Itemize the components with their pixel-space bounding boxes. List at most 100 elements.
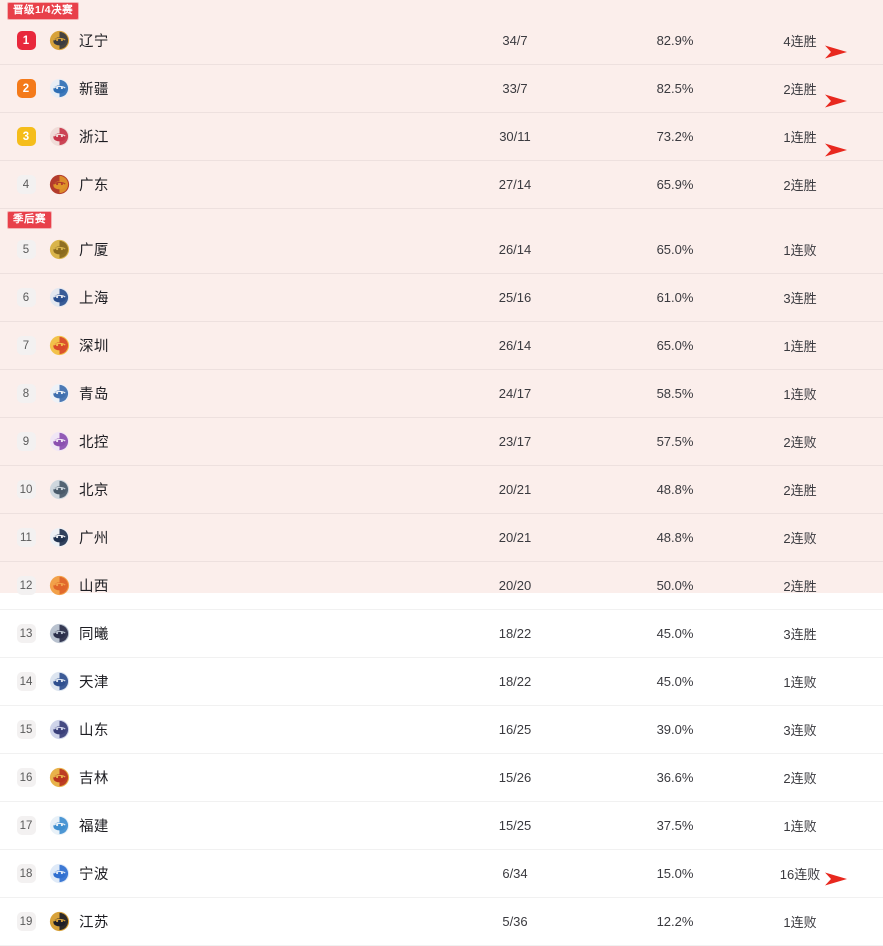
team-name[interactable]: 新疆 xyxy=(74,78,134,99)
rank-cell: 17 xyxy=(0,816,44,835)
team-logo-cell xyxy=(44,527,74,548)
win-percentage-cell: 48.8% xyxy=(656,482,694,497)
record-cell: 30/11 xyxy=(499,129,531,144)
streak-cell: 16连败 xyxy=(779,867,821,882)
section-badge: 晋级1/4决赛 xyxy=(8,3,79,19)
team-logo-icon xyxy=(49,287,69,308)
team-name[interactable]: 同曦 xyxy=(74,623,134,644)
table-row[interactable]: 6 上海 25/16 61.0% 3连胜 xyxy=(0,274,883,322)
team-name[interactable]: 江苏 xyxy=(74,911,134,932)
table-row[interactable]: 18 宁波 6/34 15.0% 16连败 xyxy=(0,850,883,898)
table-row[interactable]: 2 新疆 33/7 82.5% 2连胜 xyxy=(0,65,883,113)
rank-cell: 15 xyxy=(0,720,44,739)
team-logo-icon xyxy=(49,431,69,452)
team-name[interactable]: 天津 xyxy=(74,671,134,692)
rank-badge: 11 xyxy=(16,528,36,547)
rank-badge: 4 xyxy=(16,175,36,194)
rank-cell: 13 xyxy=(0,624,44,643)
table-row[interactable]: 15 山东 16/25 39.0% 3连败 xyxy=(0,706,883,754)
team-name[interactable]: 深圳 xyxy=(74,335,134,356)
record-cell: 18/22 xyxy=(498,674,532,689)
team-name[interactable]: 宁波 xyxy=(74,863,134,884)
team-name[interactable]: 浙江 xyxy=(74,126,134,147)
table-row[interactable]: 8 青岛 24/17 58.5% 1连败 xyxy=(0,370,883,418)
team-logo-cell xyxy=(44,431,74,452)
team-name[interactable]: 福建 xyxy=(74,815,134,836)
rank-cell: 9 xyxy=(0,432,44,451)
table-row[interactable]: 5 广厦 26/14 65.0% 1连败 xyxy=(0,226,883,274)
table-row[interactable]: 19 江苏 5/36 12.2% 1连败 xyxy=(0,898,883,946)
rank-cell: 1 xyxy=(0,31,44,50)
rank-badge: 18 xyxy=(16,864,36,883)
record-cell: 15/25 xyxy=(498,818,532,833)
team-name[interactable]: 北京 xyxy=(74,479,134,500)
team-name[interactable]: 青岛 xyxy=(74,383,134,404)
win-percentage-cell: 50.0% xyxy=(656,578,694,593)
section-badge-row: 晋级1/4决赛 xyxy=(0,0,883,19)
table-row[interactable]: 3 浙江 30/11 73.2% 1连胜 xyxy=(0,113,883,161)
rank-cell: 4 xyxy=(0,175,44,194)
record-cell: 15/26 xyxy=(498,770,532,785)
table-row[interactable]: 17 福建 15/25 37.5% 1连败 xyxy=(0,802,883,850)
team-logo-icon xyxy=(49,719,69,740)
rank-cell: 14 xyxy=(0,672,44,691)
rank-badge: 13 xyxy=(16,624,36,643)
team-logo-cell xyxy=(44,239,74,260)
record-cell: 6/34 xyxy=(502,866,528,881)
rank-badge: 12 xyxy=(16,576,36,595)
team-name[interactable]: 广州 xyxy=(74,527,134,548)
team-logo-icon xyxy=(49,767,69,788)
team-name[interactable]: 辽宁 xyxy=(74,30,134,51)
rank-cell: 6 xyxy=(0,288,44,307)
win-percentage-cell: 58.5% xyxy=(656,386,694,401)
win-percentage-cell: 37.5% xyxy=(656,818,694,833)
rank-cell: 10 xyxy=(0,480,44,499)
table-row[interactable]: 4 广东 27/14 65.9% 2连胜 xyxy=(0,161,883,209)
table-row[interactable]: 7 深圳 26/14 65.0% 1连胜 xyxy=(0,322,883,370)
team-logo-cell xyxy=(44,78,74,99)
rank-badge: 7 xyxy=(16,336,36,355)
team-name[interactable]: 广厦 xyxy=(74,239,134,260)
team-name[interactable]: 山东 xyxy=(74,719,134,740)
team-logo-cell xyxy=(44,30,74,51)
record-cell: 20/21 xyxy=(498,530,532,545)
record-cell: 20/21 xyxy=(498,482,532,497)
streak-cell: 2连败 xyxy=(783,771,817,786)
team-logo-cell xyxy=(44,479,74,500)
table-row[interactable]: 12 山西 20/20 50.0% 2连胜 xyxy=(0,562,883,610)
team-name[interactable]: 上海 xyxy=(74,287,134,308)
win-percentage-cell: 45.0% xyxy=(656,674,694,689)
streak-cell: 4连胜 xyxy=(783,34,817,49)
team-logo-cell xyxy=(44,671,74,692)
team-name[interactable]: 吉林 xyxy=(74,767,134,788)
table-row[interactable]: 14 天津 18/22 45.0% 1连败 xyxy=(0,658,883,706)
team-logo-icon xyxy=(49,479,69,500)
streak-cell: 1连败 xyxy=(783,915,817,930)
standings-rows: 晋级1/4决赛 1 辽宁 34/7 82.9% 4连胜 2 新疆 33/7 82.5% 2连胜 3 浙江… xyxy=(0,0,883,946)
win-percentage-cell: 73.2% xyxy=(656,129,694,144)
table-row[interactable]: 10 北京 20/21 48.8% 2连胜 xyxy=(0,466,883,514)
table-row[interactable]: 9 北控 23/17 57.5% 2连败 xyxy=(0,418,883,466)
rank-badge: 3 xyxy=(16,127,36,146)
record-cell: 26/14 xyxy=(498,338,532,353)
record-cell: 26/14 xyxy=(498,242,532,257)
table-row[interactable]: 1 辽宁 34/7 82.9% 4连胜 xyxy=(0,17,883,65)
rank-cell: 12 xyxy=(0,576,44,595)
table-row[interactable]: 16 吉林 15/26 36.6% 2连败 xyxy=(0,754,883,802)
rank-cell: 5 xyxy=(0,240,44,259)
record-cell: 24/17 xyxy=(498,386,532,401)
team-name[interactable]: 北控 xyxy=(74,431,134,452)
team-name[interactable]: 山西 xyxy=(74,575,134,596)
table-row[interactable]: 13 同曦 18/22 45.0% 3连胜 xyxy=(0,610,883,658)
team-logo-cell xyxy=(44,623,74,644)
team-name[interactable]: 广东 xyxy=(74,174,134,195)
section-badge-row: 季后赛 xyxy=(0,209,883,228)
team-logo-cell xyxy=(44,719,74,740)
win-percentage-cell: 65.0% xyxy=(656,242,694,257)
team-logo-cell xyxy=(44,575,74,596)
record-cell: 5/36 xyxy=(502,914,528,929)
table-row[interactable]: 11 广州 20/21 48.8% 2连败 xyxy=(0,514,883,562)
win-percentage-cell: 65.9% xyxy=(656,177,694,192)
win-percentage-cell: 57.5% xyxy=(656,434,694,449)
team-logo-icon xyxy=(49,174,69,195)
